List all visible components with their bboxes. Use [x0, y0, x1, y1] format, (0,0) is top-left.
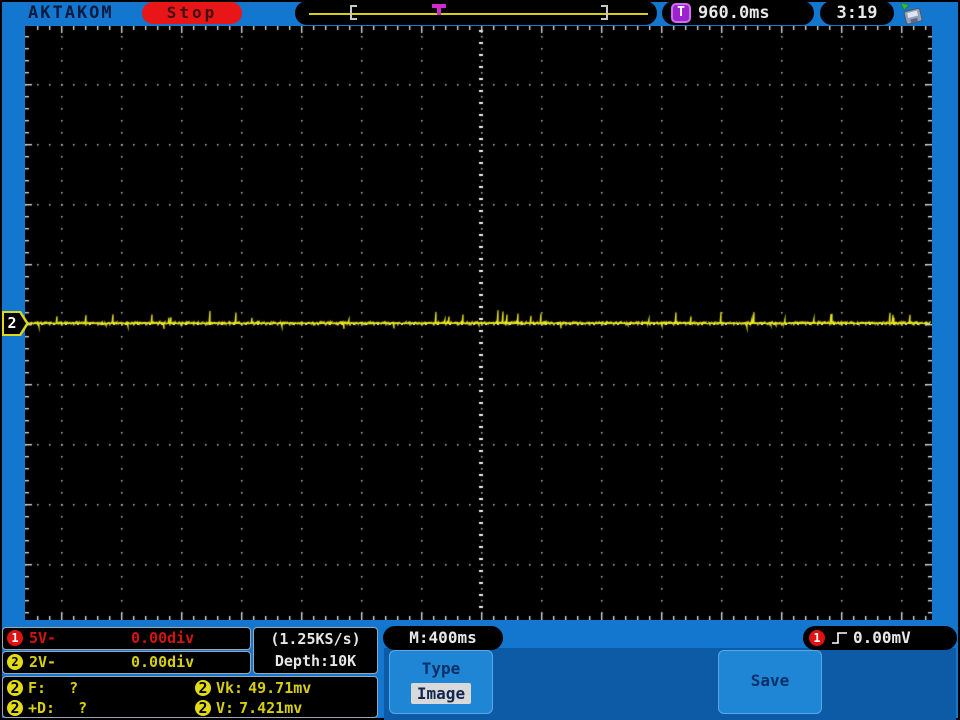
channel-2-offset: 0.00div: [131, 653, 195, 671]
measurement-duty: 2 +D: ?: [7, 698, 192, 718]
type-button-label: Type: [421, 659, 461, 678]
waveform-display: [25, 26, 932, 620]
oscilloscope-ui: AKTAKOM Stop T 960.0ms 3:19 2 1 5V- 0.00…: [0, 0, 960, 720]
channel-2-scale: 2V-: [29, 653, 57, 671]
channel-2-badge: 2: [195, 680, 211, 696]
save-button-label: Save: [750, 671, 790, 690]
measurement-panel: 2 F: ? 2 Vk: 49.71mv 2 +D: ? 2 V: 7.421mv: [2, 676, 378, 718]
type-button[interactable]: Type Image: [389, 650, 493, 714]
measurement-frequency: 2 F: ?: [7, 678, 192, 698]
acquisition-status-badge: Stop: [142, 2, 242, 24]
window-left-bracket-icon: [350, 5, 357, 20]
channel-1-badge: 1: [809, 630, 825, 646]
channel-1-scale: 5V-: [29, 629, 57, 647]
channel-2-badge: 2: [195, 700, 211, 716]
softkey-menu: Type Image Save: [384, 648, 956, 720]
channel-2-badge: 2: [7, 680, 23, 696]
brand-logo: AKTAKOM: [28, 3, 114, 23]
channel-2-badge: 2: [7, 700, 23, 716]
record-length-line: [309, 13, 648, 15]
type-button-value: Image: [410, 683, 472, 704]
channel-2-badge: 2: [7, 654, 23, 670]
trigger-position-marker-icon: [432, 4, 446, 15]
save-button[interactable]: Save: [718, 650, 822, 714]
timebase-readout: M:400ms: [383, 626, 503, 650]
trigger-t-icon: T: [671, 3, 691, 23]
window-right-bracket-icon: [601, 5, 608, 20]
channel-1-info: 1 5V- 0.00div: [2, 627, 251, 650]
channel-2-position-marker: 2: [2, 311, 29, 336]
clock-readout: 3:19: [820, 1, 894, 25]
rising-edge-icon: [832, 632, 847, 644]
channel-1-badge: 1: [7, 630, 23, 646]
trigger-time-value: 960.0ms: [698, 3, 770, 23]
graticule-and-trace-canvas: [25, 26, 932, 620]
measurement-vk: 2 Vk: 49.71mv: [195, 678, 311, 698]
channel-1-offset: 0.00div: [131, 629, 195, 647]
channel-2-info: 2 2V- 0.00div: [2, 651, 251, 674]
trigger-time-readout: T 960.0ms: [662, 1, 814, 25]
usb-disk-icon: [900, 2, 923, 25]
memory-depth: Depth:10K: [274, 652, 357, 670]
acquisition-info: (1.25KS/s) Depth:10K: [253, 627, 378, 674]
trigger-level-readout: 1 0.00mV: [803, 626, 957, 650]
sample-rate: (1.25KS/s): [270, 630, 361, 648]
record-view-bar: [295, 1, 657, 25]
trigger-level-value: 0.00mV: [853, 628, 911, 647]
measurement-v: 2 V: 7.421mv: [195, 698, 302, 718]
